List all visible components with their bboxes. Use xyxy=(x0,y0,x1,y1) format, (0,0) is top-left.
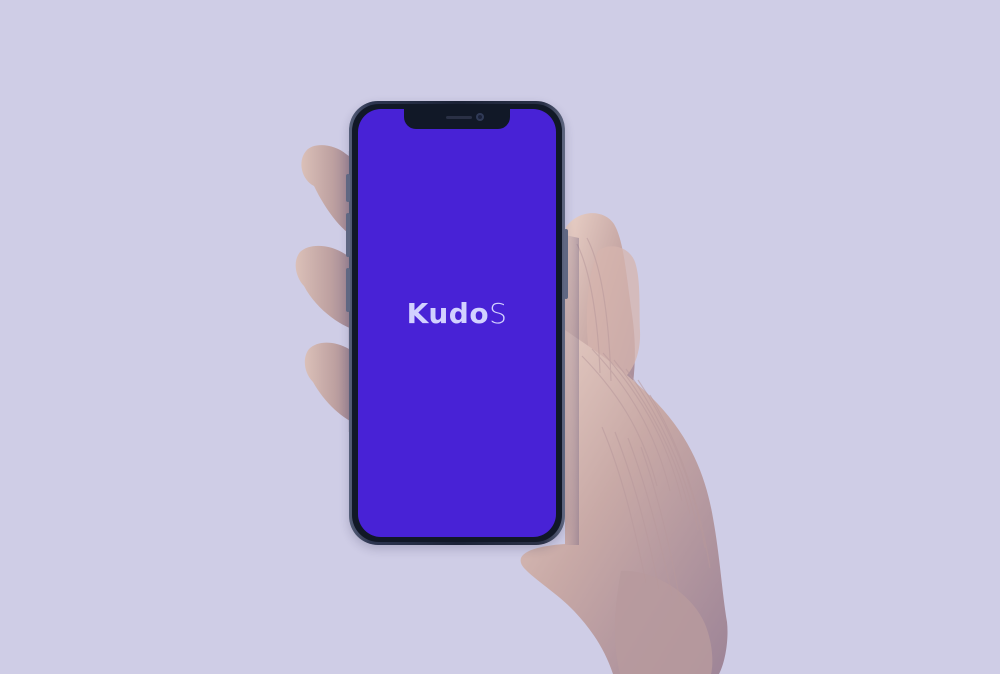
wrist xyxy=(614,570,713,674)
volume-up-button xyxy=(346,213,350,257)
phone-notch xyxy=(404,109,510,129)
logo-suffix-text: S xyxy=(489,297,508,330)
speaker-icon xyxy=(446,116,472,119)
power-button xyxy=(564,229,568,299)
camera-icon xyxy=(476,113,484,121)
thumb xyxy=(565,213,635,452)
app-logo: KudoS xyxy=(358,300,556,328)
silent-switch xyxy=(346,174,350,202)
phone-mockup-scene: KudoS xyxy=(0,0,1000,674)
thumb-segment xyxy=(586,246,641,385)
phone: KudoS xyxy=(346,101,568,545)
phone-screen: KudoS xyxy=(358,109,556,537)
volume-down-button xyxy=(346,268,350,312)
logo-main-text: Kudo xyxy=(406,297,490,330)
